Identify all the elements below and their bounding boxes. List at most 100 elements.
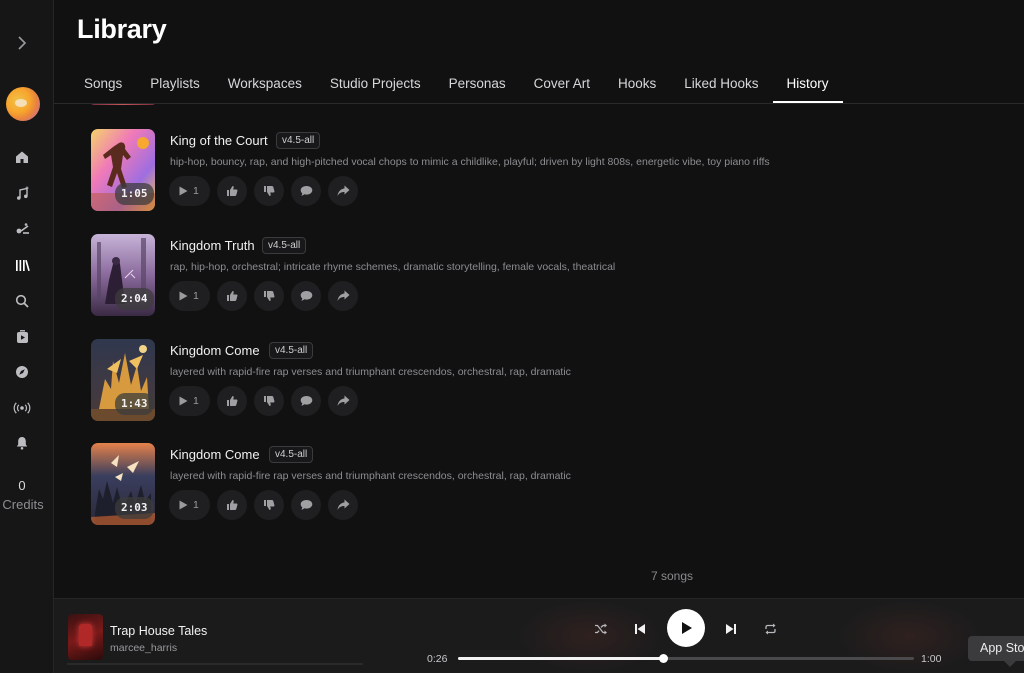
progress-slider[interactable] (458, 654, 914, 663)
dislike-button[interactable] (254, 490, 284, 520)
next-button[interactable] (720, 618, 742, 640)
dislike-button[interactable] (254, 281, 284, 311)
song-description: hip-hop, bouncy, rap, and high-pitched v… (170, 156, 770, 168)
sidebar-item-explore[interactable] (12, 362, 32, 382)
song-title[interactable]: Kingdom Come (170, 447, 260, 462)
partial-song-cover[interactable] (91, 104, 155, 105)
play-count-button[interactable]: 1 (169, 490, 210, 520)
song-cover[interactable]: 1:05 (91, 129, 155, 211)
sidebar-item-radio[interactable] (12, 398, 32, 418)
tab-hooks[interactable]: Hooks (604, 68, 670, 103)
share-button[interactable] (328, 386, 358, 416)
share-icon (337, 290, 349, 301)
sidebar-item-library[interactable] (12, 255, 32, 275)
progress-handle[interactable] (659, 654, 669, 663)
tab-history[interactable]: History (772, 68, 843, 103)
tab-liked-hooks[interactable]: Liked Hooks (670, 68, 772, 103)
comment-button[interactable] (291, 176, 321, 206)
play-icon (179, 396, 188, 406)
share-button[interactable] (328, 281, 358, 311)
song-cover[interactable]: 2:03 (91, 443, 155, 525)
tab-studio-projects[interactable]: Studio Projects (316, 68, 435, 103)
song-cover[interactable]: 1:43 (91, 339, 155, 421)
tab-workspaces[interactable]: Workspaces (214, 68, 316, 103)
song-title[interactable]: King of the Court (170, 133, 268, 148)
version-badge: v4.5-all (276, 132, 321, 149)
song-duration: 1:43 (115, 393, 154, 415)
song-list[interactable]: 1:05 King of the Court v4.5-all hip-hop,… (54, 104, 1024, 598)
tab-personas[interactable]: Personas (435, 68, 520, 103)
list-item[interactable]: 1:05 King of the Court v4.5-all hip-hop,… (91, 129, 991, 213)
sidebar-item-create[interactable] (12, 183, 32, 203)
now-playing-artist[interactable]: marcee_harris (110, 642, 177, 654)
app-store-tooltip[interactable]: App Store (968, 636, 1024, 661)
sidebar-item-hooks[interactable] (12, 327, 32, 347)
previous-button[interactable] (629, 618, 651, 640)
share-icon (337, 185, 349, 196)
dislike-button[interactable] (254, 386, 284, 416)
avatar[interactable] (6, 87, 40, 121)
play-count-button[interactable]: 1 (169, 386, 210, 416)
comment-icon (300, 500, 312, 510)
app-window: 0 Credits Library Songs Playlists Worksp… (0, 0, 1024, 673)
song-title[interactable]: Kingdom Truth (170, 238, 255, 253)
play-count: 1 (193, 499, 199, 511)
list-item[interactable]: 2:03 Kingdom Come v4.5-all layered with … (91, 443, 991, 527)
library-tabs: Songs Playlists Workspaces Studio Projec… (70, 68, 843, 103)
share-button[interactable] (328, 176, 358, 206)
song-cover[interactable]: 2:04 (91, 234, 155, 316)
repeat-icon (764, 623, 776, 635)
sidebar-item-notifications[interactable] (12, 433, 32, 453)
share-button[interactable] (328, 490, 358, 520)
like-button[interactable] (217, 176, 247, 206)
songs-count: 7 songs (650, 569, 694, 583)
tab-playlists[interactable]: Playlists (136, 68, 214, 103)
play-count: 1 (193, 290, 199, 302)
song-description: rap, hip-hop, orchestral; intricate rhym… (170, 261, 616, 273)
thumbs-up-icon (227, 186, 238, 196)
song-title[interactable]: Kingdom Come (170, 343, 260, 358)
comment-button[interactable] (291, 490, 321, 520)
skip-next-icon (726, 624, 736, 634)
comment-button[interactable] (291, 386, 321, 416)
share-icon (337, 395, 349, 406)
play-count: 1 (193, 185, 199, 197)
tooltip-caret (1004, 661, 1016, 667)
sidebar-item-search[interactable] (12, 291, 32, 311)
now-playing-title[interactable]: Trap House Tales (110, 624, 207, 638)
tab-cover-art[interactable]: Cover Art (520, 68, 604, 103)
expand-sidebar-button[interactable] (13, 30, 31, 56)
list-item[interactable]: 1:43 Kingdom Come v4.5-all layered with … (91, 339, 991, 423)
like-button[interactable] (217, 490, 247, 520)
now-playing-cover[interactable] (68, 614, 103, 660)
progress-fill (458, 657, 664, 660)
repeat-button[interactable] (759, 618, 781, 640)
page-title: Library (77, 14, 167, 44)
thumbs-down-icon (264, 291, 275, 301)
play-count-button[interactable]: 1 (169, 176, 210, 206)
sidebar: 0 Credits (0, 0, 54, 673)
play-icon (681, 622, 692, 634)
song-actions: 1 (169, 386, 358, 416)
current-time: 0:26 (427, 653, 448, 665)
create-music-icon (16, 186, 28, 200)
play-button[interactable] (667, 609, 705, 647)
dislike-button[interactable] (254, 176, 284, 206)
comment-button[interactable] (291, 281, 321, 311)
hooks-icon (16, 330, 28, 343)
song-duration: 2:04 (115, 288, 154, 310)
song-description: layered with rapid-fire rap verses and t… (170, 366, 571, 378)
tab-songs[interactable]: Songs (70, 68, 136, 103)
shuffle-button[interactable] (590, 618, 612, 640)
like-button[interactable] (217, 386, 247, 416)
sidebar-item-studio[interactable] (12, 219, 32, 239)
sidebar-item-home[interactable] (12, 147, 32, 167)
home-icon (16, 151, 28, 163)
play-count-button[interactable]: 1 (169, 281, 210, 311)
like-button[interactable] (217, 281, 247, 311)
credits-label: Credits (2, 497, 44, 512)
skip-previous-icon (635, 624, 645, 634)
list-item[interactable]: 2:04 Kingdom Truth v4.5-all rap, hip-hop… (91, 234, 991, 318)
song-actions: 1 (169, 490, 358, 520)
play-icon (179, 500, 188, 510)
